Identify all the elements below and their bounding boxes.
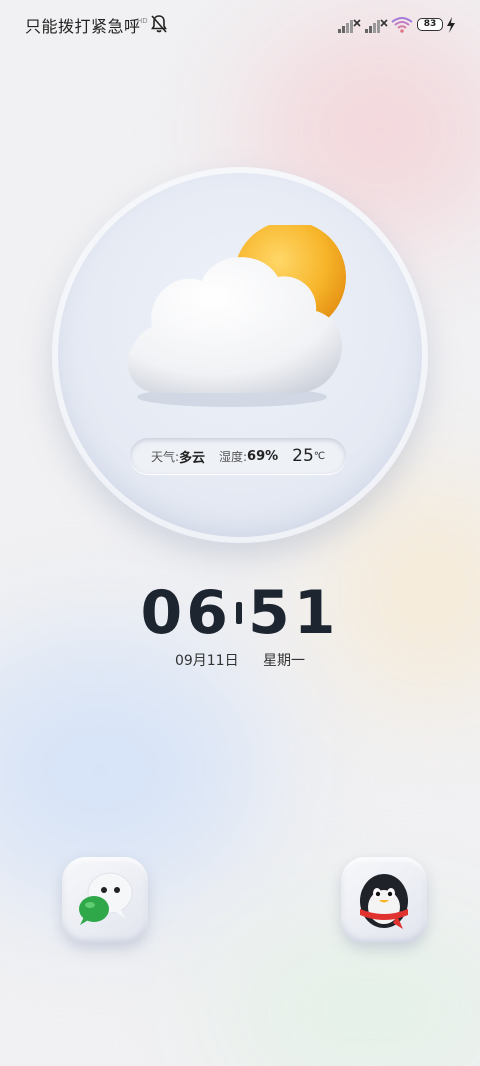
date-text: 09月11日 <box>174 653 239 669</box>
weekday-text: 星期一 <box>263 653 306 669</box>
weather-info-pill: 天气: 多云 湿度: 69% 25 ℃ <box>130 438 346 474</box>
date-line: 09月11日 星期一 <box>0 650 480 670</box>
humidity-value: 69% <box>247 448 279 464</box>
temperature-value: 25 <box>292 446 314 466</box>
wallpaper-blob <box>220 930 480 1066</box>
clock-separator <box>236 602 242 625</box>
clock-minutes: 51 <box>248 578 340 648</box>
lock-clock: 06 51 <box>0 578 480 648</box>
wechat-shortcut[interactable] <box>62 857 148 943</box>
battery-icon: 83 <box>417 18 443 31</box>
wechat-icon <box>79 872 133 925</box>
qq-shortcut[interactable] <box>341 857 427 943</box>
signal-x-icon <box>338 19 361 33</box>
qq-icon <box>360 874 408 929</box>
charging-icon <box>447 17 455 33</box>
battery-level: 83 <box>423 19 437 29</box>
temperature-unit: ℃ <box>313 450 326 462</box>
hd-label: HD <box>137 17 148 25</box>
weather-condition-value: 多云 <box>178 450 205 466</box>
weather-condition-label: 天气: <box>150 449 179 464</box>
wifi-icon <box>391 17 413 33</box>
signal-x-icon <box>365 19 388 33</box>
humidity-label: 湿度: <box>219 449 248 464</box>
carrier-status-text: 只能拨打紧急呼 <box>25 17 141 36</box>
status-bar: 只能拨打紧急呼 HD 83 <box>0 0 480 50</box>
bell-off-icon <box>151 15 167 33</box>
clock-hours: 06 <box>140 578 232 648</box>
cloudy-sun-icon <box>127 225 346 407</box>
